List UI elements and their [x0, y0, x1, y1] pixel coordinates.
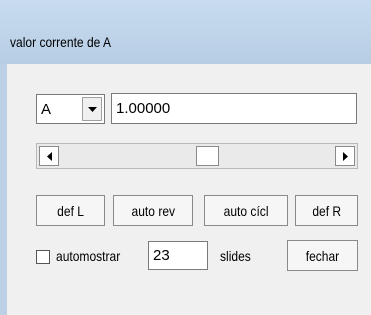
- slides-label: slides: [220, 248, 251, 264]
- auto-cicl-label: auto cícl: [223, 202, 269, 219]
- window-title: valor corrente de A: [10, 34, 112, 50]
- slider-thumb[interactable]: [196, 146, 219, 166]
- auto-rev-label: auto rev: [131, 202, 175, 219]
- title-bar[interactable]: valor corrente de A: [0, 0, 371, 64]
- arrow-right-icon: [342, 151, 348, 161]
- parameter-select[interactable]: A: [36, 94, 105, 124]
- auto-rev-button[interactable]: auto rev: [113, 195, 193, 226]
- def-r-button[interactable]: def R: [295, 195, 358, 226]
- slides-count-input[interactable]: [148, 241, 208, 270]
- parameter-select-value: A: [41, 101, 52, 118]
- chevron-down-icon: [87, 106, 97, 112]
- fechar-button[interactable]: fechar: [287, 240, 358, 271]
- fechar-label: fechar: [305, 247, 340, 264]
- dialog-window: valor corrente de A A def L auto rev aut…: [0, 0, 371, 315]
- def-l-label: def L: [57, 202, 84, 219]
- auto-cicl-button[interactable]: auto cícl: [204, 195, 288, 226]
- value-input[interactable]: [111, 93, 357, 124]
- automostrar-label: automostrar: [56, 248, 121, 264]
- scroll-left-button[interactable]: [39, 146, 59, 166]
- def-r-label: def R: [312, 202, 341, 219]
- scroll-right-button[interactable]: [335, 146, 355, 166]
- dropdown-button[interactable]: [82, 97, 102, 121]
- arrow-left-icon: [46, 151, 52, 161]
- def-l-button[interactable]: def L: [36, 195, 105, 226]
- automostrar-checkbox[interactable]: [36, 250, 50, 264]
- value-slider[interactable]: [36, 143, 358, 169]
- window-border: [0, 64, 7, 315]
